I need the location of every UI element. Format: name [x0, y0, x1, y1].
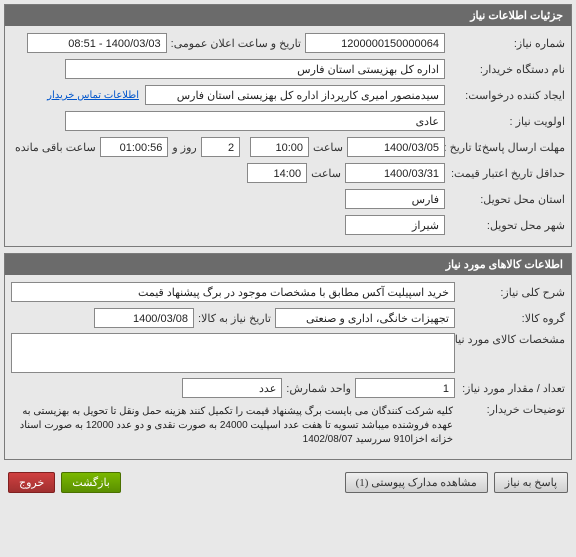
row-deadline: مهلت ارسال پاسخ: تا تاریخ : 1400/03/05 س…: [11, 136, 565, 158]
unit-label: واحد شمارش:: [282, 382, 355, 395]
unit-field: عدد: [182, 378, 282, 398]
province-field: فارس: [345, 189, 445, 209]
buyer-contact-link[interactable]: اطلاعات تماس خریدار: [47, 90, 139, 101]
priority-label: اولویت نیاز :: [445, 115, 565, 128]
row-notes: توضیحات خریدار: کلیه شرکت کنندگان می بای…: [11, 403, 565, 449]
public-datetime-field: 1400/03/03 - 08:51: [27, 33, 167, 53]
time-label-2: ساعت: [307, 167, 345, 180]
row-requester: ایجاد کننده درخواست: سیدمنصور امیری کارپ…: [11, 84, 565, 106]
remaining-label: ساعت باقی مانده: [11, 141, 100, 154]
goods-info-panel: اطلاعات کالاهای مورد نیاز شرح کلی نیاز: …: [4, 253, 572, 460]
deadline-time-field: 10:00: [250, 137, 309, 157]
buyer-name-field: اداره کل بهزیستی استان فارس: [65, 59, 445, 79]
panel1-body: شماره نیاز: 1200000150000064 تاریخ و ساع…: [5, 26, 571, 246]
main-container: جزئیات اطلاعات نیاز شماره نیاز: 12000001…: [0, 0, 576, 503]
remaining-time-field: 01:00:56: [100, 137, 169, 157]
province-label: استان محل تحویل:: [445, 193, 565, 206]
row-city: شهر محل تحویل: شیراز: [11, 214, 565, 236]
row-group: گروه کالا: تجهیزات خانگی، اداری و صنعتی …: [11, 307, 565, 329]
public-datetime-label: تاریخ و ساعت اعلان عمومی:: [167, 37, 305, 50]
panel2-body: شرح کلی نیاز: خرید اسپیلیت آکس مطابق با …: [5, 275, 571, 459]
row-buyer: نام دستگاه خریدار: اداره کل بهزیستی استا…: [11, 58, 565, 80]
requester-label: ایجاد کننده درخواست:: [445, 89, 565, 102]
reply-button[interactable]: پاسخ به نیاز: [494, 472, 568, 493]
row-qty: تعداد / مقدار مورد نیاز: 1 واحد شمارش: ع…: [11, 377, 565, 399]
needed-by-field: 1400/03/08: [94, 308, 194, 328]
button-bar: پاسخ به نیاز مشاهده مدارک پیوستی (1) باز…: [4, 466, 572, 499]
attachments-button[interactable]: مشاهده مدارک پیوستی (1): [345, 472, 488, 493]
request-number-label: شماره نیاز:: [445, 37, 565, 50]
deadline-date-field: 1400/03/05: [347, 137, 445, 157]
qty-field: 1: [355, 378, 455, 398]
qty-label: تعداد / مقدار مورد نیاز:: [455, 382, 565, 395]
buyer-name-label: نام دستگاه خریدار:: [445, 63, 565, 76]
specs-field[interactable]: [11, 333, 455, 373]
min-validity-date-field: 1400/03/31: [345, 163, 445, 183]
group-field: تجهیزات خانگی، اداری و صنعتی: [275, 308, 455, 328]
row-validity: حداقل تاریخ اعتبار قیمت: 1400/03/31 ساعت…: [11, 162, 565, 184]
specs-label: مشخصات کالای مورد نیاز:: [455, 333, 565, 346]
deadline-label: مهلت ارسال پاسخ:: [485, 141, 565, 154]
notes-field: کلیه شرکت کنندگان می بایست برگ پیشنهاد ق…: [11, 403, 455, 449]
days-label: روز و: [168, 141, 200, 154]
min-validity-label: حداقل تاریخ اعتبار قیمت:: [445, 167, 565, 180]
days-field: 2: [201, 137, 240, 157]
to-date-label: تا تاریخ :: [445, 141, 485, 154]
priority-field: عادی: [65, 111, 445, 131]
group-label: گروه کالا:: [455, 312, 565, 325]
row-request-number: شماره نیاز: 1200000150000064 تاریخ و ساع…: [11, 32, 565, 54]
row-desc: شرح کلی نیاز: خرید اسپیلیت آکس مطابق با …: [11, 281, 565, 303]
request-info-panel: جزئیات اطلاعات نیاز شماره نیاز: 12000001…: [4, 4, 572, 247]
desc-field: خرید اسپیلیت آکس مطابق با مشخصات موجود د…: [11, 282, 455, 302]
needed-by-label: تاریخ نیاز به کالا:: [194, 312, 275, 325]
panel2-header: اطلاعات کالاهای مورد نیاز: [5, 254, 571, 275]
time-label-1: ساعت: [309, 141, 347, 154]
desc-label: شرح کلی نیاز:: [455, 286, 565, 299]
min-validity-time-field: 14:00: [247, 163, 307, 183]
city-label: شهر محل تحویل:: [445, 219, 565, 232]
requester-field: سیدمنصور امیری کارپرداز اداره کل بهزیستی…: [145, 85, 445, 105]
exit-button[interactable]: خروج: [8, 472, 55, 493]
notes-label: توضیحات خریدار:: [455, 403, 565, 416]
row-priority: اولویت نیاز : عادی: [11, 110, 565, 132]
panel1-header: جزئیات اطلاعات نیاز: [5, 5, 571, 26]
row-specs: مشخصات کالای مورد نیاز:: [11, 333, 565, 373]
city-field: شیراز: [345, 215, 445, 235]
row-province: استان محل تحویل: فارس: [11, 188, 565, 210]
request-number-field: 1200000150000064: [305, 33, 445, 53]
back-button[interactable]: بازگشت: [61, 472, 121, 493]
